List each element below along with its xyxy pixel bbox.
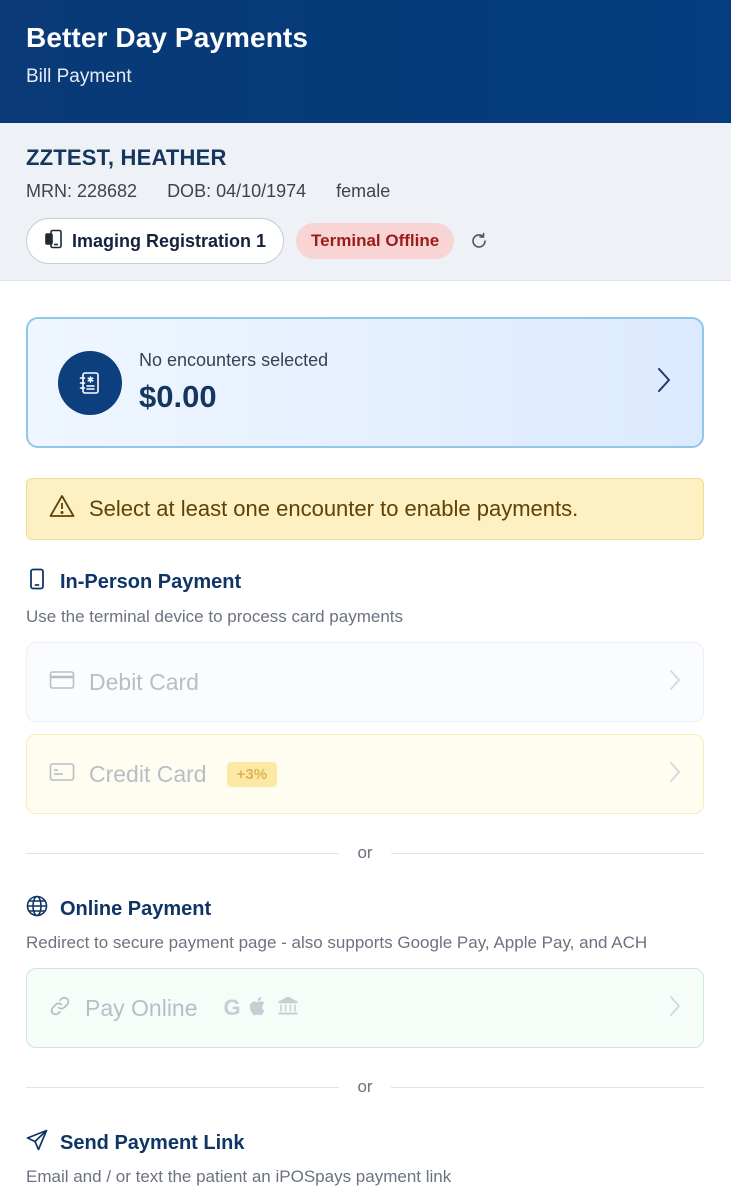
online-heading: Online Payment — [26, 895, 211, 923]
encounter-selector[interactable]: No encounters selected $0.00 — [26, 317, 704, 448]
payment-brands: G — [224, 995, 299, 1021]
chevron-right-icon — [669, 761, 681, 788]
apple-icon — [249, 996, 268, 1021]
encounter-warning: Select at least one encounter to enable … — [26, 478, 704, 540]
app-header: Better Day Payments Bill Payment — [0, 0, 731, 123]
patient-name: ZZTEST, HEATHER — [26, 145, 227, 170]
send-link-title: Send Payment Link — [60, 1131, 245, 1154]
globe-icon — [26, 895, 48, 923]
patient-mrn: MRN: 228682 — [26, 181, 138, 201]
patient-sex: female — [336, 181, 391, 201]
send-link-description: Email and / or text the patient an iPOSp… — [26, 1167, 452, 1186]
pay-online-option[interactable]: Pay Online G — [26, 968, 704, 1048]
pay-online-label: Pay Online — [85, 994, 198, 1021]
warning-text: Select at least one encounter to enable … — [89, 496, 579, 521]
surcharge-badge: +3% — [226, 761, 278, 787]
in-person-description: Use the terminal device to process card … — [26, 607, 404, 626]
credit-card-option[interactable]: Credit Card +3% — [26, 734, 704, 814]
encounter-amount: $0.00 — [139, 379, 217, 414]
patient-dob: DOB: 04/10/1974 — [167, 181, 307, 201]
terminal-device-icon — [44, 229, 64, 254]
bank-icon — [277, 996, 299, 1021]
send-icon — [26, 1129, 48, 1157]
encounter-label: No encounters selected — [139, 350, 329, 370]
google-icon: G — [223, 995, 241, 1020]
terminal-status-badge: Terminal Offline — [296, 223, 455, 259]
warning-icon — [49, 494, 75, 524]
or-divider: or — [26, 843, 704, 863]
chevron-right-icon — [669, 995, 681, 1022]
refresh-icon[interactable] — [466, 228, 492, 254]
debit-card-option[interactable]: Debit Card — [26, 642, 704, 722]
online-description: Redirect to secure payment page - also s… — [26, 933, 648, 952]
send-link-heading: Send Payment Link — [26, 1129, 245, 1157]
or-label: or — [357, 1077, 373, 1096]
location-label: Imaging Registration 1 — [72, 230, 267, 251]
app-subtitle: Bill Payment — [26, 66, 132, 87]
location-chip[interactable]: Imaging Registration 1 — [26, 218, 285, 264]
credit-card-label: Credit Card — [89, 760, 207, 787]
online-title: Online Payment — [60, 897, 212, 920]
credit-card-icon — [49, 670, 75, 695]
patient-meta: MRN: 228682 DOB: 04/10/1974 female — [26, 181, 705, 202]
mobile-phone-icon — [26, 568, 48, 596]
debit-card-label: Debit Card — [89, 668, 199, 695]
or-label: or — [357, 843, 373, 862]
or-divider: or — [26, 1077, 704, 1097]
in-person-title: In-Person Payment — [60, 570, 242, 593]
invoice-icon — [58, 350, 122, 415]
app-title: Better Day Payments — [26, 22, 309, 53]
chevron-right-icon — [656, 366, 672, 399]
chevron-right-icon — [669, 669, 681, 696]
patient-panel: ZZTEST, HEATHER MRN: 228682 DOB: 04/10/1… — [0, 123, 731, 281]
card-outline-icon — [49, 762, 75, 787]
link-icon — [49, 995, 71, 1022]
in-person-heading: In-Person Payment — [26, 568, 241, 596]
